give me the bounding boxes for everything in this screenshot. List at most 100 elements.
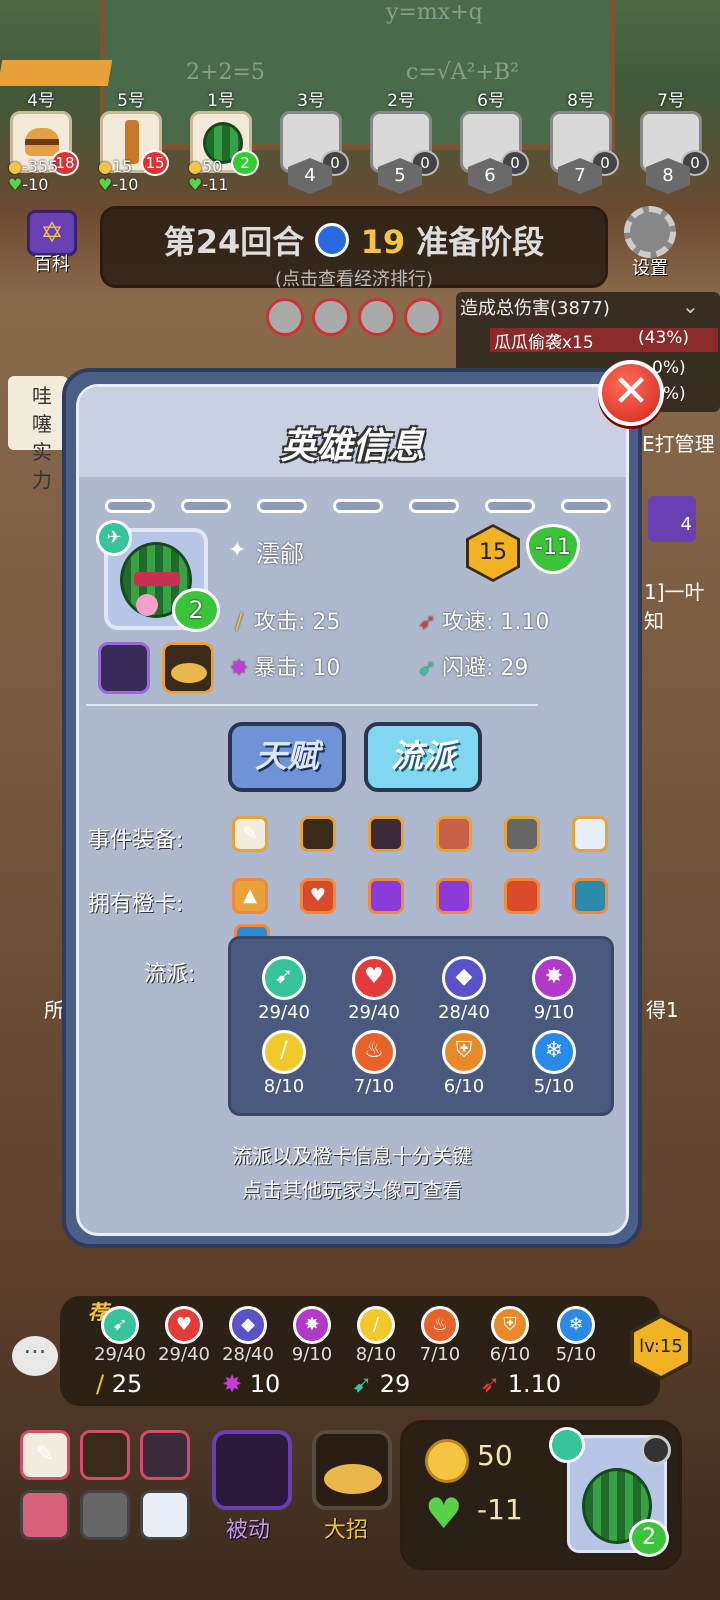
wing-icon: ✈: [96, 520, 132, 556]
gold-value: 50: [477, 1439, 513, 1472]
card-burst-icon[interactable]: [436, 878, 472, 914]
card-ice-icon[interactable]: [572, 878, 608, 914]
chat-icon: ···: [23, 1338, 47, 1366]
school-value: 5/10: [533, 1076, 575, 1097]
school-item[interactable]: ◆ 28/40: [424, 956, 504, 1023]
shield-icon: ⛨: [442, 1030, 486, 1074]
right-item: 4: [648, 496, 696, 542]
speed-stat: ➶ 攻速: 1.10: [416, 604, 550, 636]
player-hp-badge: 2: [231, 150, 259, 176]
collapse-icon[interactable]: ⌄: [682, 294, 699, 318]
left-note: 哇噻 实力: [8, 376, 68, 492]
school-item[interactable]: ✸ 9/10: [514, 956, 594, 1023]
player-4-stats: ●-355 ♥-10: [8, 158, 58, 194]
item-paper-icon[interactable]: ✎: [20, 1430, 70, 1480]
life-value: -11: [477, 1493, 523, 1526]
round-title: 第24回合: [163, 223, 305, 261]
item-armor-icon[interactable]: [80, 1490, 130, 1540]
school-item[interactable]: ♨ 7/10: [334, 1030, 414, 1097]
cards-label: 拥有橙卡:: [88, 892, 184, 917]
player-number: 5号: [117, 91, 145, 111]
card-burst-icon[interactable]: [368, 878, 404, 914]
divider: [86, 704, 538, 706]
speed-icon: ➶: [480, 1370, 501, 1398]
player-number: 3号: [297, 91, 325, 111]
player-hp-badge: 15: [141, 150, 169, 176]
speed-value: 1.10: [500, 610, 550, 635]
heart-icon: ♥: [98, 175, 113, 194]
ultimate-skill-button[interactable]: [312, 1430, 392, 1510]
hero-name: 澐鄃: [256, 540, 304, 568]
damage-row-name: 瓜瓜偷袭x15: [494, 333, 594, 353]
equip-creature-icon[interactable]: [300, 816, 336, 852]
hint-line: 流派以及橙卡信息十分关键: [232, 1144, 472, 1168]
passive-skill-button[interactable]: [212, 1430, 292, 1510]
wing-icon: ➹: [352, 1370, 373, 1398]
school-item[interactable]: ❄ 5/10: [514, 1030, 594, 1097]
school-item[interactable]: / 8/10: [244, 1030, 324, 1097]
bottom-dodge-value: 29: [379, 1370, 411, 1398]
item-meat-icon[interactable]: [20, 1490, 70, 1540]
equip-armor-icon[interactable]: [504, 816, 540, 852]
card-flame-icon[interactable]: [504, 878, 540, 914]
school-value: 8/10: [263, 1076, 305, 1097]
player-number: 4号: [27, 91, 55, 111]
magnifier-icon[interactable]: [641, 1435, 671, 1465]
sword-icon: /: [235, 610, 243, 635]
speed-label: 攻速:: [442, 610, 494, 635]
bottom-attack-value: 25: [111, 1370, 143, 1398]
ultimate-skill-icon[interactable]: [162, 642, 214, 694]
hero-info-modal: 英雄信息: [62, 368, 642, 1248]
equip-popper-icon[interactable]: [368, 816, 404, 852]
bottom-school: ◆ 28/40: [218, 1306, 278, 1365]
bottom-school-value: 9/10: [291, 1344, 333, 1365]
settings-button[interactable]: 设置: [618, 206, 682, 280]
bottom-school: ✸ 9/10: [282, 1306, 342, 1365]
school-value: 29/40: [258, 1002, 310, 1023]
school-value: 29/40: [348, 1002, 400, 1023]
equip-paper-icon[interactable]: ✎: [232, 816, 268, 852]
burst-icon: ✸: [293, 1306, 331, 1344]
left-note: 所: [44, 998, 64, 1022]
burst-icon: ✸: [229, 656, 249, 681]
close-icon: ✕: [612, 366, 650, 417]
wing-icon: ➹: [417, 656, 437, 681]
card-heart-icon[interactable]: ♥: [300, 878, 336, 914]
chat-button[interactable]: ···: [12, 1336, 58, 1376]
talent-tab[interactable]: 天赋: [228, 722, 346, 792]
gear-icon: [624, 206, 676, 258]
school-item[interactable]: ➹ 29/40: [244, 956, 324, 1023]
hero-hp-badge: 2: [172, 588, 220, 632]
bottom-school-value: 7/10: [419, 1344, 461, 1365]
player-gold: 50: [201, 157, 223, 176]
school-tab[interactable]: 流派: [364, 722, 482, 792]
school-item[interactable]: ♥ 29/40: [334, 956, 414, 1023]
school-item[interactable]: ⛨ 6/10: [424, 1030, 504, 1097]
equip-meat-icon[interactable]: [436, 816, 472, 852]
bottom-crit-value: 10: [249, 1370, 281, 1398]
sword-icon: /: [96, 1370, 105, 1398]
cloud-icon: [324, 1464, 382, 1494]
player-gold: -355: [21, 157, 59, 176]
right-note: 得1: [646, 998, 679, 1022]
chalkboard: y=mx+q c=√A²+B² 2+2=5: [100, 0, 615, 150]
item-popper-icon[interactable]: [140, 1430, 190, 1480]
wiki-button[interactable]: ✡ 百科: [22, 210, 82, 276]
item-creature-icon[interactable]: [80, 1430, 130, 1480]
coin-icon: ●: [8, 157, 22, 176]
passive-skill-icon[interactable]: [98, 642, 150, 694]
round-banner[interactable]: 第24回合 19 准备阶段 (点击查看经济排行): [100, 206, 608, 290]
right-item-count: 4: [680, 514, 692, 535]
crit-stat: ✸ 暴击: 10: [228, 650, 341, 682]
burger-icon: [25, 128, 59, 156]
equip-cloth-icon[interactable]: [572, 816, 608, 852]
item-cloth-icon[interactable]: [140, 1490, 190, 1540]
ultimate-label: 大招: [324, 1518, 369, 1543]
card-pyramid-icon[interactable]: ▲: [232, 878, 268, 914]
close-button[interactable]: ✕: [598, 360, 664, 426]
fire-icon: ♨: [421, 1306, 459, 1344]
player-5-stats: ●15 ♥-10: [98, 158, 138, 194]
crit-label: 暴击:: [254, 656, 306, 681]
round-timer: 19: [360, 223, 406, 261]
dodge-value: 29: [500, 656, 529, 681]
